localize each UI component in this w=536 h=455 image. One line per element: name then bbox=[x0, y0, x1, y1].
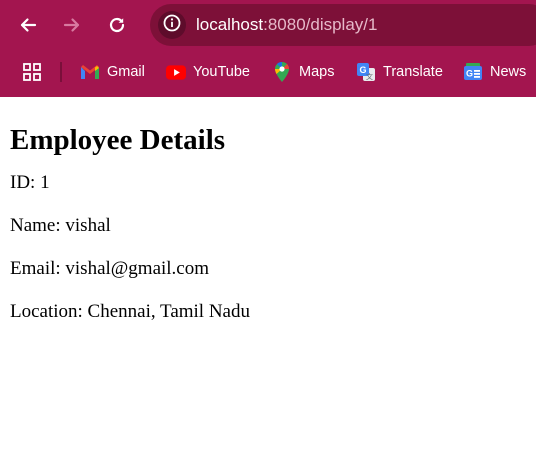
bookmark-youtube[interactable]: YouTube bbox=[166, 60, 250, 84]
gmail-icon bbox=[80, 62, 100, 82]
bookmark-news[interactable]: G News bbox=[463, 60, 526, 84]
arrow-right-icon bbox=[63, 16, 81, 34]
page-title: Employee Details bbox=[10, 124, 226, 156]
employee-id: ID: 1 bbox=[10, 172, 50, 193]
bookmarks-divider bbox=[60, 62, 62, 82]
bookmark-label: Maps bbox=[299, 64, 335, 80]
url-text[interactable]: localhost:8080/display/1 bbox=[196, 15, 377, 35]
employee-email: Email: vishal@gmail.com bbox=[10, 258, 210, 279]
svg-text:G: G bbox=[466, 69, 473, 79]
address-bar[interactable]: localhost:8080/display/1 bbox=[150, 4, 536, 46]
forward-button[interactable] bbox=[57, 10, 87, 40]
site-info-button[interactable] bbox=[158, 11, 186, 39]
bookmark-label: News bbox=[490, 64, 527, 80]
bookmarks-bar: Gmail YouTube Maps G 文 Translate G News bbox=[0, 56, 536, 88]
bookmark-translate[interactable]: G 文 Translate bbox=[356, 60, 443, 84]
translate-icon: G 文 bbox=[356, 62, 376, 82]
browser-toolbar: localhost:8080/display/1 Gmail YouTube M… bbox=[0, 0, 536, 97]
bookmark-gmail[interactable]: Gmail bbox=[80, 60, 145, 84]
info-icon bbox=[163, 14, 181, 37]
reload-button[interactable] bbox=[102, 10, 132, 40]
url-host: localhost bbox=[196, 15, 264, 34]
svg-text:文: 文 bbox=[366, 72, 373, 81]
employee-location: Location: Chennai, Tamil Nadu bbox=[10, 301, 250, 322]
arrow-left-icon bbox=[19, 16, 37, 34]
bookmark-maps[interactable]: Maps bbox=[272, 60, 334, 84]
youtube-icon bbox=[166, 62, 186, 82]
employee-name: Name: vishal bbox=[10, 215, 111, 236]
bookmark-label: Translate bbox=[383, 64, 443, 80]
apps-icon[interactable] bbox=[22, 62, 42, 82]
bookmark-label: Gmail bbox=[107, 64, 145, 80]
bookmark-label: YouTube bbox=[193, 64, 250, 80]
maps-icon bbox=[272, 62, 292, 82]
reload-icon bbox=[108, 16, 126, 34]
url-path: :8080/display/1 bbox=[263, 15, 378, 34]
page-content: Employee Details ID: 1 Name: vishal Emai… bbox=[10, 97, 526, 323]
back-button[interactable] bbox=[13, 10, 43, 40]
news-icon: G bbox=[463, 62, 483, 82]
